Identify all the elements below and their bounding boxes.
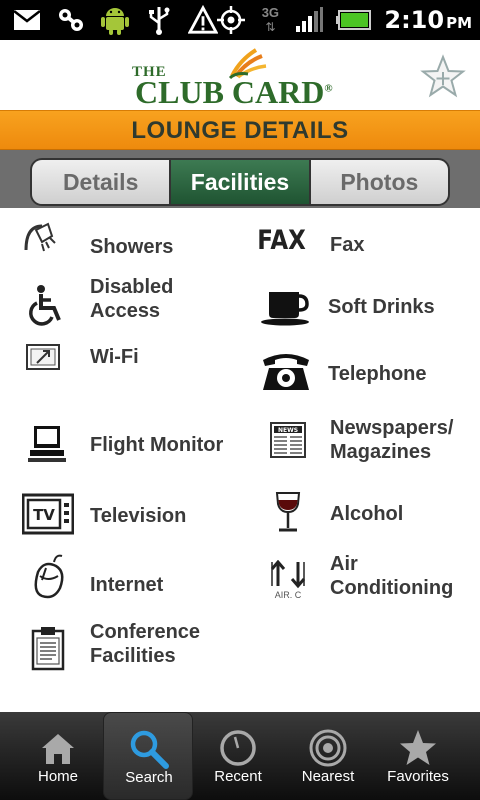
facility-label: Wi-Fi xyxy=(90,346,139,368)
facility-television: TV Television xyxy=(20,486,250,546)
newspaper-icon: NEWS xyxy=(260,412,316,468)
facility-label-line1: Newspapers/ xyxy=(330,417,454,439)
facility-label-line2: Facilities xyxy=(90,645,176,667)
facility-disabled-access: Disabled Access xyxy=(20,274,240,334)
star-icon xyxy=(400,730,436,765)
tab-bar: Details Facilities Photos xyxy=(0,150,480,208)
air-conditioning-icon: AIR. C xyxy=(260,552,316,608)
nav-search[interactable]: Search xyxy=(103,712,193,800)
nav-label: Recent xyxy=(214,768,262,785)
facility-label: Air Conditioning xyxy=(330,552,453,600)
battery-icon xyxy=(336,5,372,35)
segmented-tabs: Details Facilities Photos xyxy=(30,158,450,206)
facility-label-line2: Magazines xyxy=(330,441,432,463)
facility-label: Telephone xyxy=(328,363,427,385)
facility-label-line1: Air xyxy=(330,553,358,575)
computer-icon xyxy=(20,416,76,472)
facility-wifi: Wi-Fi xyxy=(20,338,240,398)
nav-recent[interactable]: Recent xyxy=(193,712,283,800)
wheelchair-icon xyxy=(20,278,76,334)
facility-label-line2: Access xyxy=(90,300,161,322)
nav-label: Favorites xyxy=(387,768,449,785)
facility-internet: Internet xyxy=(20,550,250,610)
logo-text: CLUB CARD® xyxy=(135,74,333,111)
facility-label-line1: Conference xyxy=(90,621,201,643)
logo-registered: ® xyxy=(324,82,333,95)
svg-text:NEWS: NEWS xyxy=(278,427,298,434)
facility-alcohol: Alcohol xyxy=(260,484,480,544)
tab-details[interactable]: Details xyxy=(32,160,172,204)
page-title: LOUNGE DETAILS xyxy=(131,117,349,144)
mail-icon xyxy=(12,5,42,35)
facility-label: Soft Drinks xyxy=(328,296,435,318)
add-favorite-button[interactable] xyxy=(420,54,466,100)
nav-home[interactable]: Home xyxy=(13,712,103,800)
tab-photos[interactable]: Photos xyxy=(310,160,448,204)
facility-label: Conference Facilities xyxy=(90,620,200,668)
facility-label-line2: Conditioning xyxy=(330,577,454,599)
warning-icon xyxy=(188,5,218,35)
facility-flight-monitor: Flight Monitor xyxy=(20,416,250,476)
home-icon xyxy=(42,734,74,764)
title-bar: LOUNGE DETAILS xyxy=(0,110,480,150)
usb-icon xyxy=(144,5,174,35)
tab-facilities[interactable]: Facilities xyxy=(171,160,311,204)
facility-label: Internet xyxy=(90,574,164,596)
app-header: THE CLUB CARD® xyxy=(0,40,480,110)
facility-label: Disabled Access xyxy=(90,275,173,323)
mouse-icon xyxy=(20,550,76,606)
facility-newspapers: NEWS Newspapers/Magazines xyxy=(260,412,480,472)
android-icon xyxy=(100,5,130,35)
search-icon xyxy=(130,730,169,769)
facility-label: Fax xyxy=(330,234,365,256)
fax-icon: FAX xyxy=(257,224,307,256)
facility-conference: Conference Facilities xyxy=(20,620,250,680)
shower-icon xyxy=(20,218,60,258)
gps-icon xyxy=(216,5,246,35)
facility-showers: Showers xyxy=(20,218,240,278)
wifi-icon xyxy=(20,338,66,376)
facility-label-line1: Disabled xyxy=(90,276,174,298)
nav-label: Nearest xyxy=(301,768,355,785)
facility-fax: FAX Fax xyxy=(257,218,480,278)
nav-nearest[interactable]: Nearest xyxy=(283,712,373,800)
wine-glass-icon xyxy=(260,484,316,540)
svg-text:TV: TV xyxy=(33,506,55,524)
facility-label: Flight Monitor xyxy=(90,434,224,456)
cup-icon xyxy=(258,278,314,334)
clubcard-logo: THE CLUB CARD® xyxy=(132,48,333,110)
clock: 2:10 PM xyxy=(384,6,472,34)
network-type: 3G xyxy=(261,5,280,20)
star-plus-icon xyxy=(420,54,466,98)
facility-label: Showers xyxy=(90,236,174,258)
nav-favorites[interactable]: Favorites xyxy=(373,712,463,800)
time-ampm: PM xyxy=(446,14,472,32)
voicemail-icon xyxy=(56,5,86,35)
logo-main-text: CLUB CARD xyxy=(135,74,325,110)
facility-soft-drinks: Soft Drinks xyxy=(258,278,480,338)
facility-label: Newspapers/Magazines xyxy=(330,416,453,464)
network-indicator: 3G ⇅ xyxy=(261,5,280,35)
facility-air-conditioning: AIR. C Air Conditioning xyxy=(260,552,480,612)
status-bar: 3G ⇅ 2:10 PM xyxy=(0,0,480,40)
nav-label: Home xyxy=(37,768,78,785)
facility-label: Alcohol xyxy=(330,503,404,525)
air-conditioning-icon-text: AIR. C xyxy=(274,590,302,600)
tv-icon: TV xyxy=(20,486,76,542)
bottom-navigation: Home Search Recent Nearest Favorites xyxy=(0,712,480,800)
clock-icon xyxy=(220,730,256,766)
telephone-icon xyxy=(258,344,314,400)
facility-label: Television xyxy=(90,505,187,527)
signal-icon xyxy=(294,5,324,35)
facilities-list: Showers FAX Fax Disabled Access Soft Drin… xyxy=(0,208,480,712)
time-text: 2:10 xyxy=(384,6,445,34)
nav-label: Search xyxy=(125,769,173,786)
target-icon xyxy=(309,729,347,767)
clipboard-icon xyxy=(20,620,76,676)
facility-telephone: Telephone xyxy=(258,344,480,404)
